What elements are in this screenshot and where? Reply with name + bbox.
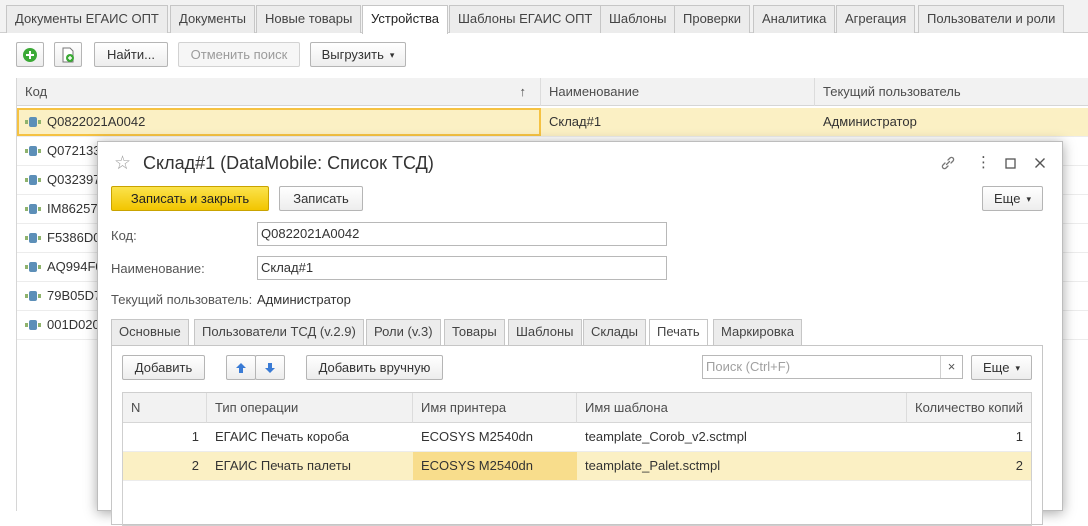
device-icon [25, 117, 41, 127]
sort-asc-icon: ↑ [519, 84, 527, 99]
column-code[interactable]: Код ↑ [17, 78, 541, 106]
tab-tsd-users[interactable]: Пользователи ТСД (v.2.9) [194, 319, 364, 345]
column-n[interactable]: N [123, 393, 207, 423]
column-printer-name[interactable]: Имя принтера [413, 393, 577, 423]
device-icon [25, 291, 41, 301]
row-printer: ECOSYS M2540dn [421, 429, 534, 444]
create-copy-button[interactable] [54, 42, 82, 67]
code-label: Код: [111, 228, 137, 243]
tab-marking[interactable]: Маркировка [713, 319, 802, 345]
arrow-up-icon [236, 363, 246, 373]
maximize-icon[interactable] [1005, 158, 1016, 169]
more-button[interactable]: Еще ▾ [982, 186, 1043, 211]
tab-egais-opt-docs[interactable]: Документы ЕГАИС ОПТ [6, 5, 168, 33]
print-settings-panel: Добавить Добавить вручную Поиск (Ctrl+F)… [111, 345, 1043, 526]
add-document-icon [62, 47, 74, 63]
column-code-label: Код [25, 84, 48, 99]
add-icon [23, 48, 37, 62]
link-icon[interactable] [940, 155, 956, 171]
table-more-button[interactable]: Еще ▾ [971, 355, 1032, 380]
tab-goods[interactable]: Товары [444, 319, 505, 345]
more-actions-icon[interactable]: ⋮ [976, 153, 991, 171]
dialog-title: Склад#1 (DataMobile: Список ТСД) [143, 153, 434, 173]
name-field[interactable]: Склад#1 [257, 256, 667, 280]
column-template-name[interactable]: Имя шаблона [577, 393, 907, 423]
tab-roles[interactable]: Роли (v.3) [366, 319, 441, 345]
tab-analytics[interactable]: Аналитика [753, 5, 836, 33]
tab-checks[interactable]: Проверки [674, 5, 750, 33]
chevron-down-icon: ▾ [389, 50, 395, 60]
save-and-close-button[interactable]: Записать и закрыть [111, 186, 269, 211]
tab-general[interactable]: Основные [111, 319, 189, 345]
row-code: AQ994F0 [47, 259, 103, 274]
row-user: Администратор [823, 114, 917, 129]
row-template: teamplate_Corob_v2.sctmpl [585, 429, 747, 444]
table-row[interactable]: 2 ЕГАИС Печать палеты ECOSYS M2540dn tea… [123, 452, 1031, 481]
more-label: Еще [994, 191, 1021, 206]
section-tabs: Документы ЕГАИС ОПТ Документы Новые това… [0, 0, 1088, 34]
column-current-user[interactable]: Текущий пользователь [815, 78, 1088, 106]
current-user-label: Текущий пользователь: [111, 292, 253, 307]
add-manually-button[interactable]: Добавить вручную [306, 355, 443, 380]
tab-aggregation[interactable]: Агрегация [836, 5, 916, 33]
table-row[interactable]: 1 ЕГАИС Печать короба ECOSYS M2540dn tea… [123, 423, 1031, 452]
column-copies[interactable]: Количество копий [907, 393, 1031, 423]
row-printer[interactable]: ECOSYS M2540dn [413, 452, 577, 480]
row-operation: ЕГАИС Печать палеты [215, 458, 352, 473]
row-copies: 2 [1015, 458, 1023, 473]
export-button[interactable]: Выгрузить ▾ [310, 42, 406, 67]
tab-users-roles[interactable]: Пользователи и роли [918, 5, 1065, 33]
create-button[interactable] [16, 42, 44, 67]
column-operation-type[interactable]: Тип операции [207, 393, 413, 423]
row-code: Q0822021A0042 [47, 114, 146, 129]
device-icon [25, 175, 41, 185]
move-up-button[interactable] [226, 355, 256, 380]
tab-new-goods[interactable]: Новые товары [256, 5, 362, 33]
close-icon[interactable] [1034, 157, 1046, 169]
move-down-button[interactable] [255, 355, 285, 380]
search-placeholder: Поиск (Ctrl+F) [706, 359, 791, 374]
column-name[interactable]: Наименование [541, 78, 815, 106]
tab-templates[interactable]: Шаблоны [508, 319, 582, 345]
tab-warehouses[interactable]: Склады [583, 319, 646, 345]
arrow-down-icon [265, 363, 275, 373]
print-settings-table: N Тип операции Имя принтера Имя шаблона … [122, 392, 1032, 526]
list-header: Код ↑ Наименование Текущий пользователь [17, 78, 1088, 106]
name-label: Наименование: [111, 261, 205, 276]
tab-print[interactable]: Печать [649, 319, 708, 346]
row-name: Склад#1 [549, 114, 602, 129]
row-n: 2 [191, 458, 199, 473]
add-row-button[interactable]: Добавить [122, 355, 205, 380]
tab-documents[interactable]: Документы [170, 5, 256, 33]
device-icon [25, 204, 41, 214]
device-icon [25, 320, 41, 330]
save-button[interactable]: Записать [279, 186, 363, 211]
export-label: Выгрузить [321, 47, 384, 62]
cancel-search-button[interactable]: Отменить поиск [178, 42, 300, 67]
clear-search-icon[interactable]: × [940, 356, 962, 378]
device-form-dialog: ☆ Склад#1 (DataMobile: Список ТСД) ⋮ Зап… [97, 141, 1063, 526]
search-input[interactable]: Поиск (Ctrl+F) × [702, 355, 963, 379]
row-operation: ЕГАИС Печать короба [215, 429, 349, 444]
chevron-down-icon: ▾ [1026, 194, 1031, 204]
tab-egais-opt-templates[interactable]: Шаблоны ЕГАИС ОПТ [449, 5, 602, 33]
table-more-label: Еще [983, 360, 1010, 375]
find-button[interactable]: Найти... [94, 42, 168, 67]
chevron-down-icon: ▾ [1015, 363, 1020, 373]
row-copies: 1 [1015, 429, 1023, 444]
tab-templates[interactable]: Шаблоны [600, 5, 676, 33]
row-template: teamplate_Palet.sctmpl [585, 458, 721, 473]
favorite-star-icon[interactable]: ☆ [114, 152, 131, 175]
current-user-value: Администратор [257, 292, 351, 307]
device-icon [25, 146, 41, 156]
tab-devices[interactable]: Устройства [362, 5, 449, 34]
device-icon [25, 262, 41, 272]
table-row[interactable]: Q0822021A0042 Склад#1 Администратор [17, 108, 1088, 137]
row-code: F5386D0 [47, 230, 101, 245]
row-n: 1 [191, 429, 199, 444]
device-icon [25, 233, 41, 243]
code-field[interactable]: Q0822021A0042 [257, 222, 667, 246]
